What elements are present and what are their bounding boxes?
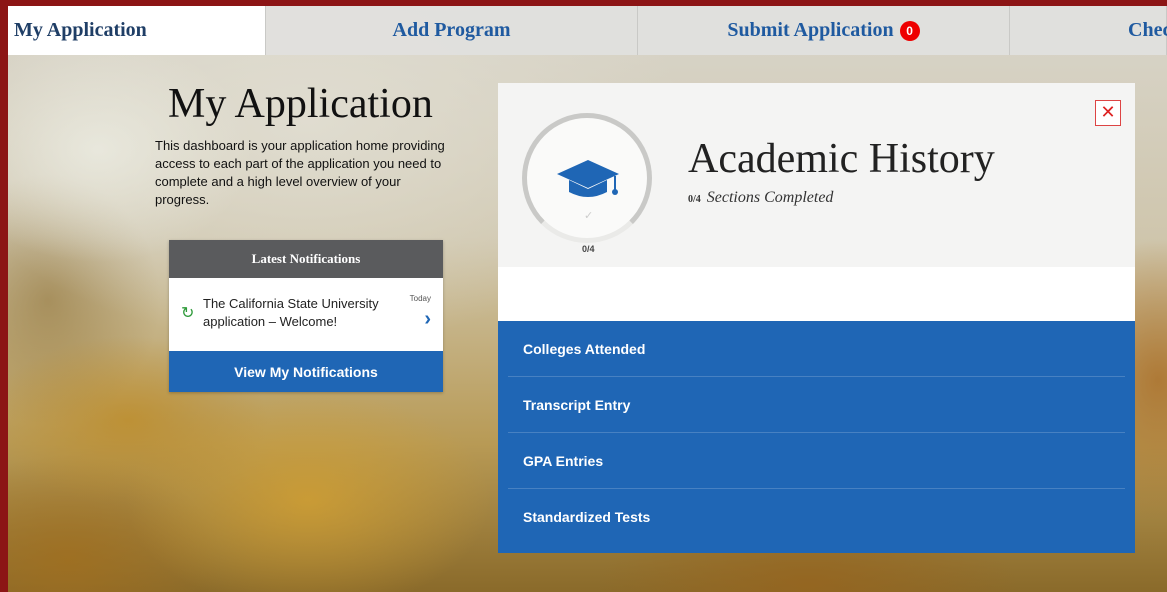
chevron-right-icon[interactable]: › [424,308,431,331]
academic-history-panel: ✓ 0/4 Academic History 0/4 Sections Comp… [498,83,1135,554]
list-item-transcript-entry[interactable]: Transcript Entry [508,377,1125,433]
list-item-standardized-tests[interactable]: Standardized Tests [508,489,1125,544]
notifications-card: Latest Notifications ↻ The California St… [169,240,443,392]
tab-my-application[interactable]: My Application [8,6,266,55]
tab-submit-application[interactable]: Submit Application 0 [638,6,1010,55]
section-progress: 0/4 Sections Completed [688,189,833,207]
panel-header-base [498,267,1135,321]
tab-label: Add Program [392,19,511,41]
tab-label: Chec [1128,19,1167,41]
submit-count-badge: 0 [899,20,920,41]
progress-fraction: 0/4 [688,194,701,205]
notification-text: The California State University applicat… [203,296,379,329]
panel-header: ✓ 0/4 Academic History 0/4 Sections Comp… [498,83,1135,321]
check-icon: ✓ [584,210,594,222]
list-item-gpa-entries[interactable]: GPA Entries [508,433,1125,489]
list-item-label: Colleges Attended [523,340,646,357]
graduation-cap-icon [557,160,619,197]
tab-label: My Application [14,19,147,41]
page-description: This dashboard is your application home … [155,138,445,207]
notifications-header: Latest Notifications [169,240,443,278]
top-tab-bar: My Application Add Program Submit Applic… [8,6,1167,55]
progress-text: Sections Completed [706,189,834,206]
page-title: My Application [168,81,433,127]
list-item-colleges-attended[interactable]: Colleges Attended [508,321,1125,377]
view-notifications-button[interactable]: View My Notifications [169,351,443,392]
list-item-label: GPA Entries [523,452,604,469]
tab-label: Submit Application [727,19,894,41]
list-item-label: Standardized Tests [523,508,651,525]
section-title: Academic History [688,136,995,182]
tab-checklist[interactable]: Chec [1010,6,1167,55]
notification-item[interactable]: ↻ The California State University applic… [169,278,443,351]
progress-ring-count: 0/4 [582,244,595,254]
tab-add-program[interactable]: Add Program [266,6,638,55]
refresh-icon: ↻ [181,305,195,322]
section-list: Colleges Attended Transcript Entry GPA E… [498,321,1135,553]
notification-date: Today [409,294,431,303]
list-item-label: Transcript Entry [523,396,631,413]
close-icon[interactable]: ✕ [1095,100,1121,126]
